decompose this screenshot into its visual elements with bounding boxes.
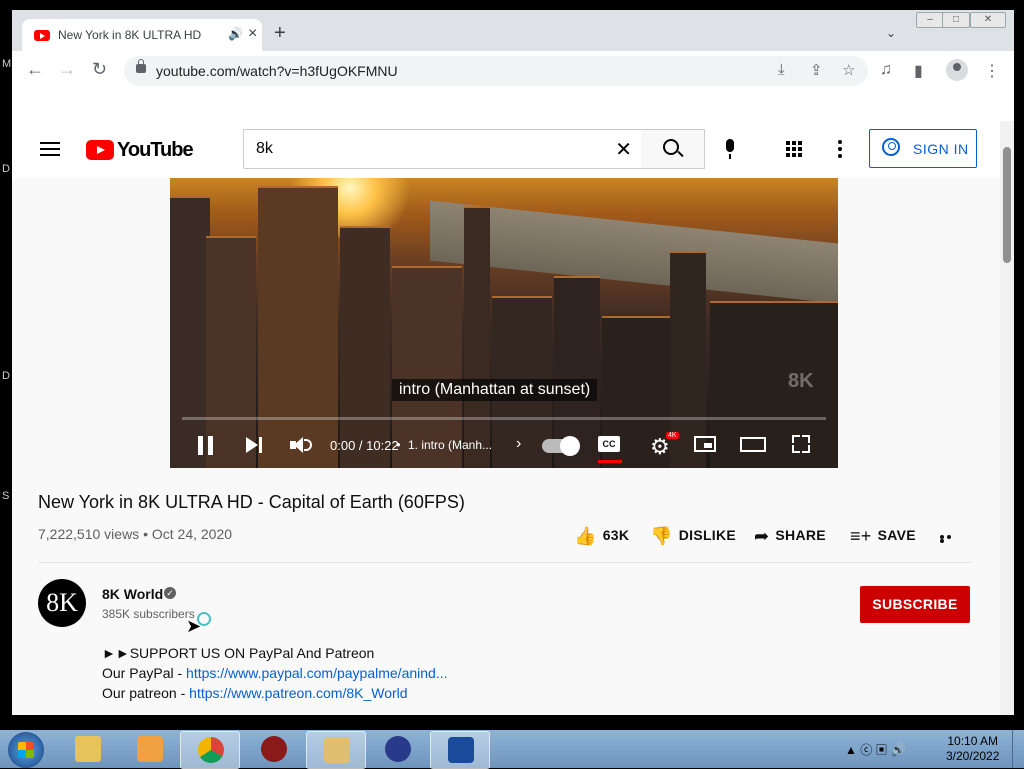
chapter-chevron-icon[interactable]: › xyxy=(516,435,521,453)
taskbar-app-red[interactable] xyxy=(244,731,302,767)
share-arrow-icon: ➦ xyxy=(754,526,770,546)
media-player-icon xyxy=(137,736,163,762)
clear-search-icon[interactable]: ✕ xyxy=(615,137,632,162)
blue-app-icon xyxy=(385,736,411,762)
taskbar-app-shield[interactable] xyxy=(430,731,490,769)
cc-active-indicator xyxy=(598,460,622,463)
clock-date: 3/20/2022 xyxy=(946,749,1000,763)
youtube-masthead: YouTube 8k ✕ SIGN IN xyxy=(12,121,1000,178)
meta-separator: • xyxy=(143,526,148,542)
patreon-label: Our patreon - xyxy=(102,685,190,701)
share-button[interactable]: ➦ SHARE xyxy=(754,526,826,547)
save-button[interactable]: ≡+ SAVE xyxy=(850,526,916,547)
lock-app-icon xyxy=(324,737,350,763)
taskbar-media-player[interactable] xyxy=(120,731,178,767)
search-query[interactable]: 8k xyxy=(256,140,273,158)
search-button[interactable] xyxy=(641,129,705,169)
show-desktop-button[interactable] xyxy=(1012,730,1024,768)
subscriber-count: 385K subscribers xyxy=(102,607,195,621)
busy-spinner-icon xyxy=(197,612,211,626)
autoplay-toggle[interactable] xyxy=(542,436,580,456)
video-frame-river xyxy=(430,200,838,304)
video-watermark: 8K xyxy=(788,370,814,392)
upload-date: Oct 24, 2020 xyxy=(151,526,233,542)
description-line: Our PayPal - https://www.paypal.com/payp… xyxy=(102,663,448,683)
chapter-separator: • xyxy=(396,437,401,452)
thumbs-down-icon: 👎 xyxy=(650,526,673,546)
youtube-logo-icon[interactable] xyxy=(86,140,114,160)
video-chapter[interactable]: 1. intro (Manh... xyxy=(408,438,492,452)
windows-taskbar: ▲ ⓒ ▣ 🔊 10:10 AM 3/20/2022 xyxy=(0,730,1024,769)
thumbs-up-icon: 👍 xyxy=(574,526,597,546)
search-input[interactable]: 8k ✕ xyxy=(243,129,643,169)
video-meta: 7,222,510 views • Oct 24, 2020 xyxy=(38,526,232,542)
like-count: 63K xyxy=(602,527,630,543)
fullscreen-icon[interactable] xyxy=(792,435,810,453)
desktop-letter: M xyxy=(2,58,12,70)
youtube-logo-text[interactable]: YouTube xyxy=(117,139,194,162)
taskbar-app-blue[interactable] xyxy=(368,731,426,767)
share-label: SHARE xyxy=(775,527,826,543)
folder-icon xyxy=(75,736,101,762)
desktop-letter: D xyxy=(2,370,10,382)
dislike-label: DISLIKE xyxy=(678,527,737,543)
microphone-icon[interactable] xyxy=(726,139,734,159)
view-count: 7,222,510 views xyxy=(38,526,140,542)
sign-in-label: SIGN IN xyxy=(913,141,969,157)
search-icon xyxy=(663,139,679,155)
miniplayer-icon[interactable] xyxy=(694,436,716,452)
more-actions-icon[interactable] xyxy=(940,535,960,543)
like-button[interactable]: 👍 63K xyxy=(574,526,629,547)
channel-avatar[interactable]: 8K xyxy=(38,579,86,627)
desktop-letter: S xyxy=(2,490,10,502)
subtitles-cc-icon[interactable]: CC xyxy=(598,436,620,452)
description-line: ►►SUPPORT US ON PayPal And Patreon xyxy=(102,645,375,661)
sign-in-button[interactable]: SIGN IN xyxy=(869,129,977,168)
video-description: ►►SUPPORT US ON PayPal And Patreon Our P… xyxy=(102,643,448,703)
desktop-edge: M D D S xyxy=(0,0,12,730)
user-account-icon xyxy=(882,138,900,156)
playlist-add-icon: ≡+ xyxy=(850,526,872,546)
guide-menu-icon[interactable] xyxy=(40,142,60,156)
system-tray-icons[interactable]: ▲ ⓒ ▣ 🔊 xyxy=(845,741,906,758)
settings-kebab-icon[interactable] xyxy=(838,140,842,161)
description-line: Our patreon - https://www.patreon.com/8K… xyxy=(102,683,448,703)
page-scrollbar[interactable] xyxy=(1000,121,1014,715)
desktop-letter: D xyxy=(2,163,10,175)
video-controls: 0:00 / 10:22 • 1. intro (Manh... › CC ⚙ … xyxy=(170,426,838,468)
clock-time: 10:10 AM xyxy=(947,734,999,748)
video-progress-bar[interactable] xyxy=(182,417,826,420)
divider xyxy=(38,562,972,563)
video-title: New York in 8K ULTRA HD - Capital of Ear… xyxy=(38,492,465,512)
volume-icon[interactable] xyxy=(290,436,312,454)
video-caption: intro (Manhattan at sunset) xyxy=(392,379,598,401)
paypal-link[interactable]: https://www.paypal.com/paypalme/anind... xyxy=(186,665,447,681)
taskbar-explorer[interactable] xyxy=(58,731,116,767)
next-video-icon[interactable] xyxy=(246,436,264,454)
scrollbar-thumb[interactable] xyxy=(1003,147,1011,263)
chrome-icon xyxy=(198,737,224,763)
pause-icon[interactable] xyxy=(198,436,214,455)
paypal-label: Our PayPal - xyxy=(102,665,187,681)
quality-badge: 4K xyxy=(666,432,679,439)
video-time: 0:00 / 10:22 xyxy=(330,438,399,453)
apps-grid-icon[interactable] xyxy=(786,141,802,157)
red-app-icon xyxy=(261,736,287,762)
taskbar-chrome[interactable] xyxy=(180,731,240,769)
theater-mode-icon[interactable] xyxy=(740,437,766,452)
verified-check-icon: ✓ xyxy=(164,587,176,599)
video-player[interactable]: 8K intro (Manhattan at sunset) 0:00 / 10… xyxy=(170,178,838,468)
start-button[interactable] xyxy=(8,732,44,768)
patreon-link[interactable]: https://www.patreon.com/8K_World xyxy=(189,685,407,701)
shield-app-icon xyxy=(448,737,474,763)
save-label: SAVE xyxy=(877,527,916,543)
page-viewport: YouTube 8k ✕ SIGN IN 8K intro (Manhattan… xyxy=(12,10,1014,715)
subscribe-button[interactable]: SUBSCRIBE xyxy=(860,586,970,623)
dislike-button[interactable]: 👎 DISLIKE xyxy=(650,526,736,547)
channel-name[interactable]: 8K World xyxy=(102,586,163,602)
taskbar-app-lock[interactable] xyxy=(306,731,366,769)
taskbar-clock[interactable]: 10:10 AM 3/20/2022 xyxy=(946,734,999,764)
